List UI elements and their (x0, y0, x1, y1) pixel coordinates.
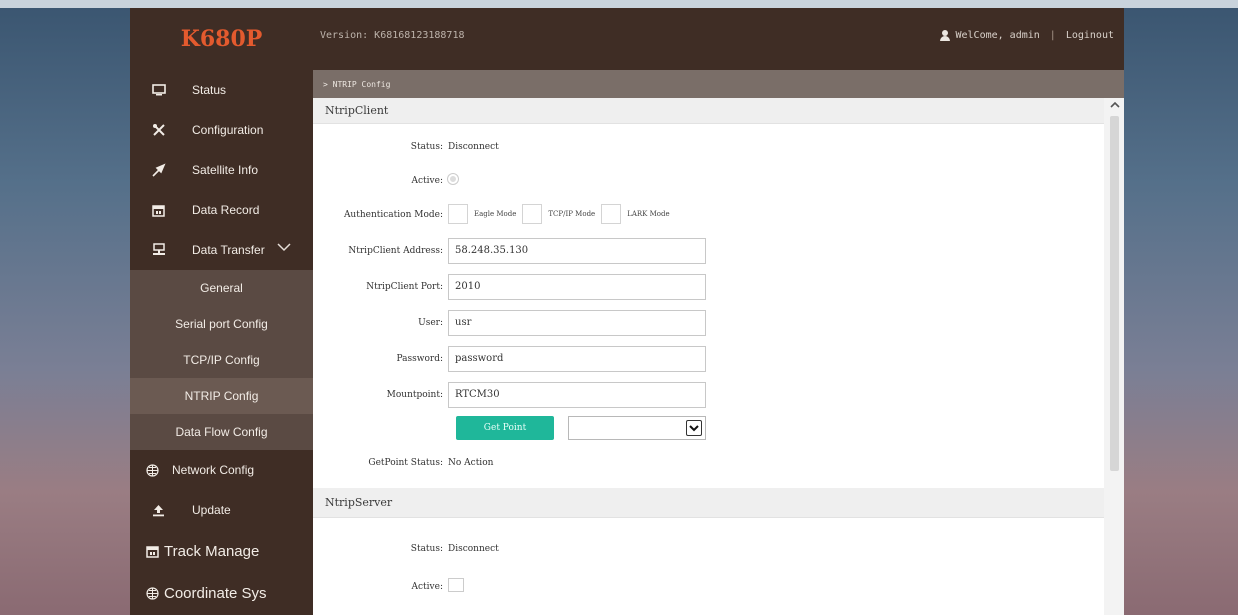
getpoint-status-row: GetPoint Status: No Action (313, 446, 1124, 484)
sidebar-subitem-tcpip-config[interactable]: TCP/IP Config (130, 342, 313, 378)
active-row: Active: (313, 164, 1124, 198)
password-row: Password: password (313, 342, 1124, 378)
auth-mode-label: Authentication Mode: (343, 210, 443, 220)
chevron-down-icon (686, 420, 702, 436)
monitor-icon (152, 84, 178, 96)
sidebar-item-label: Satellite Info (192, 163, 259, 177)
globe-icon (146, 586, 164, 600)
mountpoint-select[interactable] (568, 416, 706, 440)
breadcrumb: > NTRIP Config (313, 70, 1124, 98)
user-icon (939, 30, 950, 41)
active-label: Active: (411, 176, 443, 186)
address-row: NtripClient Address: 58.248.35.130 (313, 234, 1124, 270)
globe-icon (146, 463, 172, 477)
password-input[interactable]: password (448, 346, 706, 372)
user-label: User: (418, 318, 443, 328)
sidebar-subitem-data-flow-config[interactable]: Data Flow Config (130, 414, 313, 450)
sidebar-item-data-record[interactable]: Data Record (130, 190, 313, 230)
auth-option-tcpip-radio[interactable] (522, 204, 543, 224)
sidebar-subitem-serial-port-config[interactable]: Serial port Config (130, 306, 313, 342)
main-content: > NTRIP Config NtripClient Status: Disco… (313, 70, 1124, 615)
network-icon (152, 243, 178, 257)
sidebar-item-data-transfer[interactable]: Data Transfer (130, 230, 313, 270)
password-label: Password: (396, 354, 443, 364)
sidebar-subitem-general[interactable]: General (130, 270, 313, 306)
logout-link[interactable]: Loginout (1066, 30, 1114, 41)
sidebar-item-track-manage[interactable]: Track Manage (130, 530, 313, 572)
server-active-row: Active: (313, 570, 1124, 600)
logo: K680P (180, 26, 263, 52)
status-label: Status: (410, 142, 443, 152)
sidebar-item-label: Status (192, 83, 227, 97)
scrollbar[interactable] (1104, 98, 1124, 615)
mountpoint-input[interactable]: RTCM30 (448, 382, 706, 408)
sidebar-item-label: Data Record (192, 203, 260, 217)
status-value: Disconnect (448, 142, 499, 152)
sidebar-item-label: Data Transfer (192, 243, 265, 257)
chevron-down-icon (277, 241, 291, 255)
mountpoint-label: Mountpoint: (386, 390, 443, 400)
header: K680P Version: K68168123188718 WelCome, … (130, 8, 1124, 70)
active-checkbox[interactable] (448, 174, 458, 185)
sidebar-item-label: Configuration (192, 123, 264, 137)
server-status-value: Disconnect (448, 544, 499, 554)
sidebar-subitem-ntrip-config[interactable]: NTRIP Config (130, 378, 313, 414)
calendar-icon (152, 204, 178, 217)
port-input[interactable]: 2010 (448, 274, 706, 300)
sidebar: Status Configuration Satellite Info Data… (130, 70, 313, 615)
chevron-up-icon[interactable] (1110, 98, 1120, 112)
calendar-icon (146, 545, 164, 558)
version-label: Version: K68168123188718 (320, 30, 465, 41)
server-status-label: Status: (410, 544, 443, 554)
status-row: Status: Disconnect (313, 130, 1124, 164)
server-active-label: Active: (411, 582, 443, 592)
section-header-ntripclient: NtripClient (313, 98, 1124, 124)
section-header-ntripserver: NtripServer (313, 488, 1124, 518)
address-input[interactable]: 58.248.35.130 (448, 238, 706, 264)
sidebar-item-update[interactable]: Update (130, 490, 313, 530)
sidebar-item-satellite-info[interactable]: Satellite Info (130, 150, 313, 190)
satellite-icon (152, 163, 178, 177)
user-bar: WelCome, admin | Loginout (939, 30, 1114, 41)
app-frame: K680P Version: K68168123188718 WelCome, … (130, 8, 1124, 615)
auth-mode-row: Authentication Mode: Eagle Mode TCP/IP M… (313, 198, 1124, 234)
upload-icon (152, 504, 178, 517)
getpoint-status-label: GetPoint Status: (368, 458, 443, 468)
auth-option-label: LARK Mode (627, 210, 670, 218)
mountpoint-row: Mountpoint: RTCM30 (313, 378, 1124, 412)
port-label: NtripClient Port: (366, 282, 443, 292)
auth-option-label: TCP/IP Mode (548, 210, 596, 218)
sidebar-item-label: Coordinate Sys (164, 584, 267, 602)
auth-option-label: Eagle Mode (474, 210, 517, 218)
server-status-row: Status: Disconnect (313, 532, 1124, 566)
get-point-row: Get Point (313, 412, 1124, 446)
auth-option-lark-radio[interactable] (601, 204, 622, 224)
sidebar-item-network-config[interactable]: Network Config (130, 450, 313, 490)
auth-option-eagle-radio[interactable] (448, 204, 468, 224)
user-input[interactable]: usr (448, 310, 706, 336)
scrollbar-thumb[interactable] (1110, 116, 1119, 471)
sidebar-item-label: Track Manage (164, 542, 260, 560)
server-active-checkbox[interactable] (448, 578, 464, 595)
welcome-text: WelCome, admin (955, 30, 1040, 41)
top-strip (0, 0, 1238, 8)
tools-icon (152, 123, 178, 137)
address-label: NtripClient Address: (348, 246, 443, 256)
header-separator: | (1049, 30, 1056, 41)
getpoint-status-value: No Action (448, 458, 494, 468)
sidebar-item-coordinate-sys[interactable]: Coordinate Sys (130, 572, 313, 614)
sidebar-item-label: Network Config (172, 463, 255, 477)
sidebar-item-configuration[interactable]: Configuration (130, 110, 313, 150)
get-point-button[interactable]: Get Point (456, 416, 554, 440)
sidebar-item-label: Update (192, 503, 231, 517)
auth-mode-options: Eagle Mode TCP/IP Mode LARK Mode (448, 204, 676, 224)
port-row: NtripClient Port: 2010 (313, 270, 1124, 306)
user-row: User: usr (313, 306, 1124, 342)
sidebar-item-status[interactable]: Status (130, 70, 313, 110)
